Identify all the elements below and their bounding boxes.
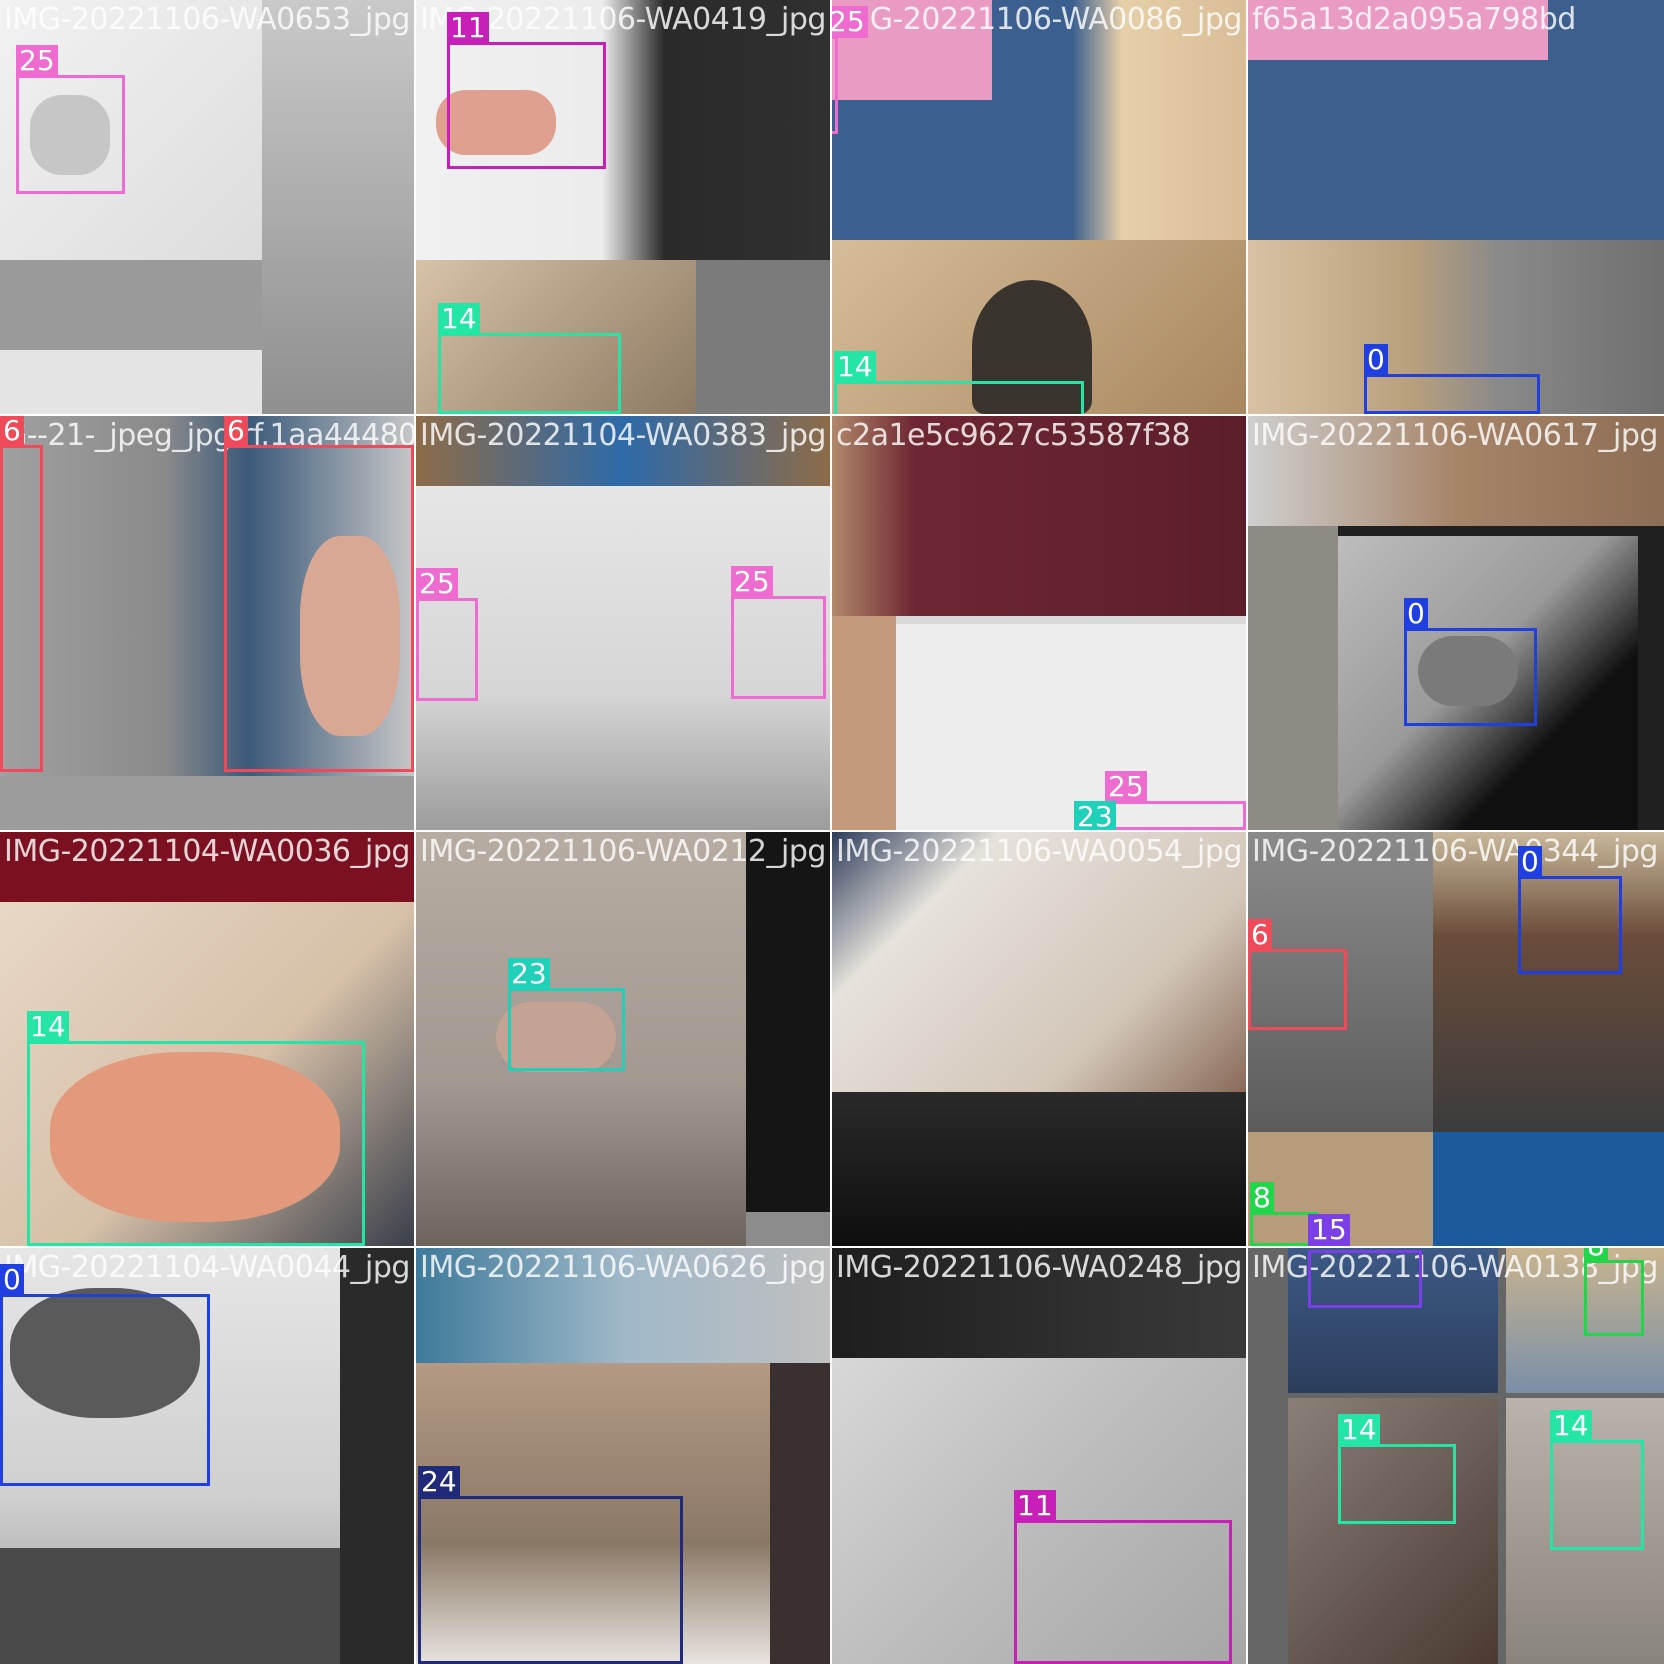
image-region <box>0 776 414 830</box>
class-label: 25 <box>416 568 458 600</box>
bounding-box[interactable]: 14 <box>1550 1410 1644 1550</box>
tile-filename: IMG-20221104-WA0383_jpg <box>420 418 826 453</box>
bounding-box[interactable]: 0 <box>1364 344 1540 414</box>
mosaic-tile[interactable]: IMG-20221106-WA0054_jpg <box>832 832 1246 1246</box>
detection-mosaic: IMG-20221106-WA0653_jpg 25 IMG-20221106-… <box>0 0 1664 1664</box>
bounding-box[interactable]: 25 <box>16 45 125 194</box>
class-label: 14 <box>27 1011 69 1043</box>
mosaic-tile[interactable]: IMG-20221106-WA0212_jpg 23 <box>416 832 830 1246</box>
mosaic-tile[interactable]: IMG-20221106-WA0344_jpg 0 6 8 15 <box>1248 832 1664 1246</box>
class-label: 0 <box>0 1264 24 1296</box>
bounding-box[interactable]: 0 <box>1404 598 1537 726</box>
image-region <box>0 260 262 350</box>
class-label: 11 <box>447 12 489 44</box>
mosaic-tile[interactable]: IMG-20221104-WA0383_jpg 25 25 <box>416 416 830 830</box>
bounding-box[interactable]: 14 <box>438 303 621 414</box>
class-label: 0 <box>1404 598 1428 630</box>
tile-filename: IMG-20221106-WA0212_jpg <box>420 834 826 869</box>
tile-filename: IMG-20221106-WA0617_jpg <box>1252 418 1658 453</box>
mosaic-tile[interactable]: IMG-20221104-WA0036_jpg 14 <box>0 832 414 1246</box>
class-label: 0 <box>1518 846 1542 878</box>
tile-filename: f65a13d2a095a798bd <box>1252 2 1576 37</box>
mosaic-tile[interactable]: IMG-20221106-WA0419_jpg 11 14 <box>416 0 830 414</box>
bounding-box[interactable]: 14 <box>834 351 1084 414</box>
bounding-box[interactable]: 24 <box>418 1466 683 1664</box>
image-region <box>262 0 414 414</box>
tile-filename: IMG-20221106-WA0086_jpg <box>836 2 1242 37</box>
bounding-box[interactable]: 23 <box>508 958 625 1071</box>
mosaic-tile[interactable]: IMG-20221106-WA0086_jpg 25 14 <box>832 0 1246 414</box>
mosaic-tile[interactable]: c2a1e5c9627c53587f38 25 23 <box>832 416 1246 830</box>
bounding-box[interactable]: 8 <box>1584 1248 1644 1336</box>
class-label: 25 <box>832 6 868 38</box>
bounding-box[interactable] <box>1308 1250 1422 1308</box>
class-label: 11 <box>1014 1490 1056 1522</box>
image-region <box>1288 1398 1498 1664</box>
tile-filename: IMG-20221106-WA0653_jpg <box>4 2 410 37</box>
tile-filename: IMG-20221106-WA0344_jpg <box>1252 834 1658 869</box>
class-label: 15 <box>1308 1214 1350 1246</box>
image-region <box>1248 526 1338 830</box>
tile-filename: IMG-20221106-WA0626_jpg <box>420 1250 826 1285</box>
tile-filename: c2a1e5c9627c53587f38 <box>836 418 1191 453</box>
class-label: 14 <box>1550 1410 1592 1442</box>
class-label: 8 <box>1250 1182 1274 1214</box>
image-region <box>1433 1132 1664 1246</box>
class-label: 6 <box>224 416 248 447</box>
class-label: 0 <box>1364 344 1388 376</box>
mosaic-tile[interactable]: IMG-20221106-WA0626_jpg 24 <box>416 1248 830 1664</box>
class-label: 8 <box>1584 1248 1608 1262</box>
class-label: 25 <box>16 45 58 77</box>
bounding-box[interactable]: 6 <box>224 416 414 772</box>
mosaic-tile[interactable]: IMG-20221106-WA0653_jpg 25 <box>0 0 414 414</box>
tile-filename: IMG-20221106-WA0054_jpg <box>836 834 1242 869</box>
bounding-box[interactable]: 0 <box>0 1264 210 1486</box>
bounding-box[interactable]: 14 <box>27 1011 365 1246</box>
mosaic-tile[interactable]: IMG-20221106-WA0138_jpg 8 14 14 <box>1248 1248 1664 1664</box>
bounding-box[interactable]: 25 <box>731 566 826 699</box>
mosaic-tile[interactable]: IMG-20221104-WA0044_jpg 0 <box>0 1248 414 1664</box>
bounding-box[interactable]: 25 <box>416 568 478 701</box>
class-label: 14 <box>1338 1414 1380 1446</box>
class-label: 25 <box>1105 771 1147 803</box>
image-region <box>832 832 1246 1092</box>
bounding-box[interactable]: 11 <box>447 12 606 169</box>
image-region <box>832 1092 1246 1246</box>
tile-filename: IMG-20221106-WA0248_jpg <box>836 1250 1242 1285</box>
bounding-box[interactable]: 11 <box>1014 1490 1232 1664</box>
mosaic-tile[interactable]: G--21-_jpeg_jpg.rf.1aa44480 6 6 <box>0 416 414 830</box>
bounding-box[interactable]: 0 <box>1518 846 1622 974</box>
bounding-box[interactable]: 6 <box>1248 919 1347 1030</box>
image-region <box>696 260 830 414</box>
bounding-box[interactable]: 25 <box>832 6 868 134</box>
bounding-box[interactable]: 6 <box>0 416 43 772</box>
mosaic-tile[interactable]: IMG-20221106-WA0617_jpg 0 <box>1248 416 1664 830</box>
image-region <box>770 1363 830 1664</box>
image-region <box>0 1548 340 1664</box>
class-label: 14 <box>438 303 480 335</box>
class-label: 6 <box>1248 919 1272 951</box>
class-label: 24 <box>418 1466 460 1498</box>
image-region <box>832 616 896 830</box>
class-label: 14 <box>834 351 876 383</box>
mosaic-tile[interactable]: IMG-20221106-WA0248_jpg 11 <box>832 1248 1246 1664</box>
image-region <box>746 832 830 1212</box>
tile-filename: IMG-20221104-WA0044_jpg <box>4 1250 410 1285</box>
mosaic-tile[interactable]: f65a13d2a095a798bd 0 <box>1248 0 1664 414</box>
bounding-box[interactable]: 25 <box>1105 771 1246 830</box>
class-label: 25 <box>731 566 773 598</box>
class-label: 23 <box>1074 801 1116 830</box>
class-label: 23 <box>508 958 550 990</box>
bounding-box[interactable]: 14 <box>1338 1414 1456 1524</box>
class-label: 6 <box>0 416 24 447</box>
image-region <box>896 624 1246 830</box>
image-region <box>340 1248 414 1664</box>
tile-filename: IMG-20221104-WA0036_jpg <box>4 834 410 869</box>
